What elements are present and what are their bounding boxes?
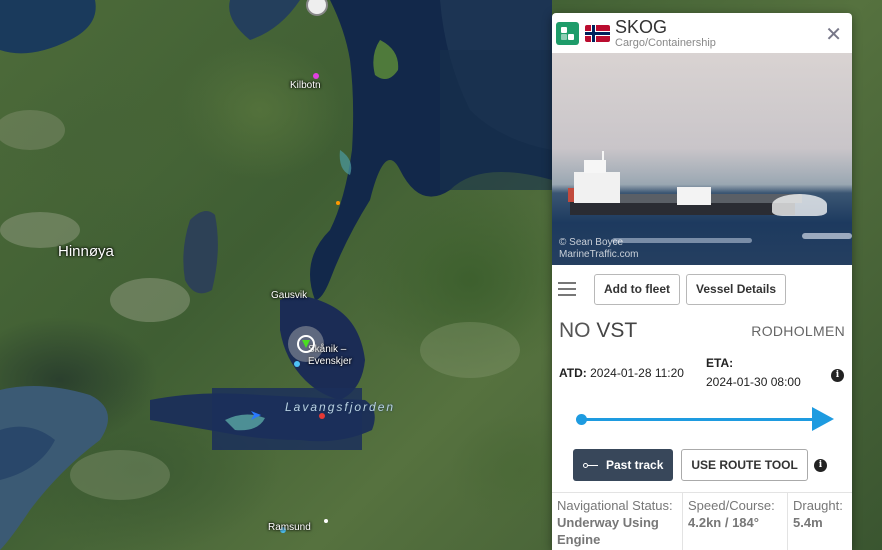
action-row: Add to fleet Vessel Details bbox=[552, 265, 852, 313]
callsign: NO VST bbox=[559, 319, 638, 342]
vessel-name: SKOG bbox=[615, 16, 668, 37]
atd: ATD: 2024-01-28 11:20 bbox=[559, 366, 684, 380]
draught-cell: Draught: 5.4m bbox=[793, 498, 843, 530]
vessel-status-grid: Navigational Status: Underway Using Engi… bbox=[552, 492, 852, 550]
eta: ETA: 2024-01-30 08:00 bbox=[706, 356, 801, 389]
voyage-times: ATD: 2024-01-28 11:20 ETA: 2024-01-30 08… bbox=[552, 349, 852, 397]
add-to-fleet-button[interactable]: Add to fleet bbox=[594, 273, 680, 305]
cargo-vessel-icon bbox=[556, 21, 579, 45]
panel-header: SKOG Cargo/Containership ✕ bbox=[552, 13, 852, 53]
past-track-button[interactable]: Past track bbox=[573, 449, 674, 481]
vessel-type: Cargo/Containership bbox=[615, 36, 716, 49]
place-label-kilbotn: Kilbotn bbox=[290, 80, 321, 91]
track-icon bbox=[583, 462, 598, 468]
place-label-hinnoya: Hinnøya bbox=[58, 243, 114, 260]
norway-flag-icon bbox=[585, 24, 610, 42]
vessel-heading-icon bbox=[297, 335, 315, 353]
place-label-ramsund: Ramsund bbox=[268, 522, 311, 533]
vessel-info-panel: SKOG Cargo/Containership ✕ © Sean Boyce … bbox=[552, 13, 852, 550]
route-tool-button[interactable]: USE ROUTE TOOL bbox=[681, 449, 808, 481]
nav-status-cell: Navigational Status: Underway Using Engi… bbox=[552, 493, 683, 550]
vessel-details-button[interactable]: Vessel Details bbox=[686, 273, 787, 305]
place-label-lavangsfjorden: Lavangsfjorden bbox=[285, 400, 396, 414]
voyage-progress-bar bbox=[552, 397, 852, 443]
vessel-photo[interactable]: © Sean Boyce MarineTraffic.com bbox=[552, 53, 852, 265]
place-label-gausvik: Gausvik bbox=[271, 290, 308, 301]
voyage-header: NO VST RODHOLMEN bbox=[552, 313, 852, 349]
destination: RODHOLMEN bbox=[751, 323, 845, 339]
speed-course-cell: Speed/Course: 4.2kn / 184° bbox=[683, 493, 788, 550]
selected-vessel-marker[interactable] bbox=[288, 326, 324, 362]
close-icon[interactable]: ✕ bbox=[825, 22, 842, 47]
photo-credit: © Sean Boyce MarineTraffic.com bbox=[559, 237, 639, 260]
departure-dot bbox=[576, 414, 587, 425]
hamburger-menu-icon[interactable] bbox=[558, 282, 576, 296]
route-tool-info-icon[interactable]: i bbox=[814, 459, 827, 472]
track-actions: Past track USE ROUTE TOOL i bbox=[552, 443, 852, 487]
arrival-arrow-icon bbox=[812, 407, 834, 431]
eta-info-icon[interactable]: i bbox=[831, 369, 844, 382]
